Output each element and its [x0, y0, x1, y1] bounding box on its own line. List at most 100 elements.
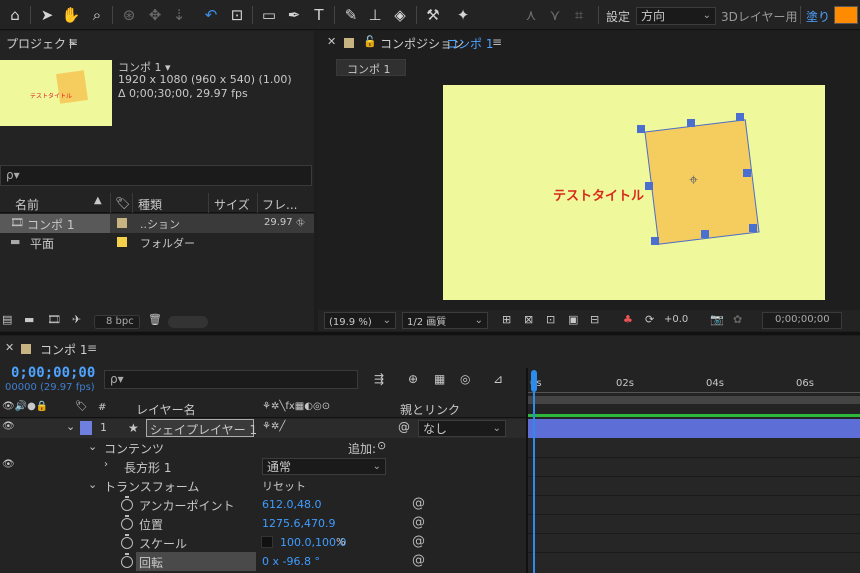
eraser-tool-icon[interactable]: ◈ [389, 4, 411, 26]
frame-blending-icon[interactable]: ▦ [434, 372, 445, 386]
eye-icon[interactable]: 👁 [2, 421, 15, 432]
constrain-proportions-icon[interactable] [261, 536, 273, 548]
chevron-down-icon[interactable]: ⌄ [88, 478, 97, 491]
lock-icon[interactable]: 🔓 [363, 35, 377, 48]
draft-3d-icon[interactable]: ⇶ [374, 372, 384, 386]
axis-local-icon[interactable]: ⋏ [520, 4, 542, 26]
add-menu-icon[interactable]: ⊙ [377, 439, 386, 452]
av-switches-icon[interactable]: 👁🔊●🔒 [2, 401, 48, 412]
pick-whip-icon[interactable]: @ [398, 420, 410, 434]
comp-viewer-tab[interactable]: コンポ 1 [336, 59, 406, 76]
playhead-handle[interactable] [531, 370, 537, 392]
shape-rectangle[interactable] [644, 119, 760, 245]
property-row-anchor[interactable]: アンカーポイント 612.0,48.0 @ [0, 495, 526, 514]
bounding-handle[interactable] [749, 224, 757, 232]
eye-icon[interactable]: 👁 [2, 459, 15, 470]
rectangle-tool-icon[interactable]: ▭ [258, 4, 280, 26]
new-comp-icon[interactable]: 🎞 [47, 313, 61, 326]
dolly-tool-icon[interactable]: ⇣ [168, 4, 190, 26]
col-frame[interactable]: フレ... [262, 196, 297, 213]
panel-menu-icon[interactable]: ≡ [68, 35, 78, 49]
label-column-icon[interactable]: 🏷 [115, 196, 130, 210]
trash-icon[interactable]: 🗑 [148, 313, 162, 326]
bpc-button[interactable]: 8 bpc [94, 315, 140, 329]
anchor-tool-icon[interactable]: ⊡ [226, 4, 248, 26]
add-label[interactable]: 追加: [348, 440, 376, 457]
label-color-swatch[interactable] [117, 218, 127, 228]
region-of-interest-icon[interactable]: ▣ [568, 313, 578, 326]
chevron-down-icon[interactable]: ⌄ [66, 420, 75, 433]
comp-link[interactable]: コンポ 1 [446, 35, 493, 52]
zoom-dropdown[interactable]: (19.9 %) ⌄ [324, 312, 396, 329]
layer-name-field[interactable]: シェイプレイヤー 1 [146, 419, 257, 437]
zoom-tool-icon[interactable]: ⌕ [86, 4, 108, 26]
stopwatch-icon[interactable] [121, 534, 133, 549]
anchor-point-icon[interactable]: ⌖ [689, 170, 698, 190]
chevron-down-icon[interactable]: ⌄ [88, 440, 97, 453]
interpret-footage-icon[interactable]: ▤ [2, 313, 12, 326]
col-parent[interactable]: 親とリンク [400, 401, 460, 418]
property-row-rotation[interactable]: 回転 0 x -96.8 ° @ [0, 552, 526, 571]
mask-visibility-icon[interactable]: ⊡ [546, 313, 555, 326]
clone-stamp-tool-icon[interactable]: ⊥ [364, 4, 386, 26]
shy-switch-icon[interactable]: ⚘✲╱ [262, 421, 285, 432]
work-area-bar[interactable] [528, 396, 860, 404]
home-icon[interactable]: ⌂ [4, 4, 26, 26]
reset-exposure-icon[interactable]: ⟳ [645, 313, 654, 326]
project-search-input[interactable]: ρ▾ [0, 165, 312, 186]
sort-up-icon[interactable]: ▲ [94, 195, 102, 206]
motion-blur-icon[interactable]: ◎ [460, 372, 470, 386]
panel-menu-icon[interactable]: ≡ [492, 35, 502, 49]
col-name[interactable]: 名前 [15, 196, 39, 213]
contents-row[interactable]: ⌄ コンテンツ 追加: ⊙ [0, 438, 526, 457]
thumbnail-size-slider[interactable] [168, 316, 208, 328]
blend-mode-dropdown[interactable]: 通常 ⌄ [262, 458, 386, 475]
roto-brush-tool-icon[interactable]: ⚒ [422, 4, 444, 26]
expression-pickwhip-icon[interactable]: @ [412, 515, 425, 530]
pan-tool-icon[interactable]: ✥ [144, 4, 166, 26]
bounding-handle[interactable] [651, 237, 659, 245]
channel-icon[interactable]: ♣ [623, 313, 633, 326]
bounding-handle[interactable] [743, 169, 751, 177]
parent-dropdown[interactable]: なし ⌄ [418, 420, 506, 437]
bounding-handle[interactable] [736, 113, 744, 121]
bounding-handle[interactable] [701, 230, 709, 238]
exposure-value[interactable]: +0.0 [664, 314, 688, 325]
guides-icon[interactable]: ⊟ [590, 313, 599, 326]
layer-row[interactable]: 👁 ⌄ 1 ★ シェイプレイヤー 1 ⚘✲╱ @ なし ⌄ [0, 419, 526, 438]
hand-tool-icon[interactable]: ✋ [60, 4, 82, 26]
project-item-folder[interactable]: ▬ 平面 フォルダー [0, 233, 314, 252]
property-value[interactable]: 0 x -96.8 ° [262, 555, 320, 568]
timeline-tab[interactable]: コンポ 1 [40, 341, 87, 358]
bounding-handle[interactable] [687, 119, 695, 127]
bounding-handle[interactable] [645, 182, 653, 190]
reset-link[interactable]: リセット [262, 478, 306, 494]
property-row-position[interactable]: 位置 1275.6,470.9 @ [0, 514, 526, 533]
puppet-pin-tool-icon[interactable]: ✦ [452, 4, 474, 26]
brush-tool-icon[interactable]: ✎ [340, 4, 362, 26]
shy-icon[interactable]: ⊕ [408, 372, 418, 386]
current-timecode[interactable]: 0;00;00;00 [11, 365, 95, 381]
canvas-title-text[interactable]: テストタイトル [553, 185, 644, 204]
stopwatch-icon[interactable] [121, 553, 133, 568]
stopwatch-icon[interactable] [121, 515, 133, 530]
render-queue-icon[interactable]: ✈ [72, 313, 81, 326]
label-column-icon[interactable]: 🏷 [75, 401, 88, 412]
layer-label-swatch[interactable] [80, 421, 92, 435]
project-item-comp[interactable]: 🎞 コンポ 1 ..ション 29.97 ⛗ [0, 214, 314, 233]
flowchart-icon[interactable]: ⛗ [296, 216, 305, 230]
property-value[interactable]: 1275.6,470.9 [262, 517, 335, 530]
col-size[interactable]: サイズ [214, 196, 250, 213]
transparency-grid-icon[interactable]: ⊠ [524, 313, 533, 326]
col-layer-name[interactable]: レイヤー名 [136, 401, 196, 418]
track-area[interactable] [528, 438, 860, 573]
orbit-tool-icon[interactable]: ⊛ [118, 4, 140, 26]
panel-menu-icon[interactable]: ≡ [87, 341, 97, 355]
expression-pickwhip-icon[interactable]: @ [412, 553, 425, 568]
expression-pickwhip-icon[interactable]: @ [412, 496, 425, 511]
axis-world-icon[interactable]: ⋎ [544, 4, 566, 26]
show-snapshot-icon[interactable]: ✿ [733, 313, 742, 326]
pen-tool-icon[interactable]: ✒ [283, 4, 305, 26]
comp-canvas[interactable]: テストタイトル ⌖ [443, 85, 825, 300]
property-row-scale[interactable]: スケール 100.0,100.0 % @ [0, 533, 526, 552]
